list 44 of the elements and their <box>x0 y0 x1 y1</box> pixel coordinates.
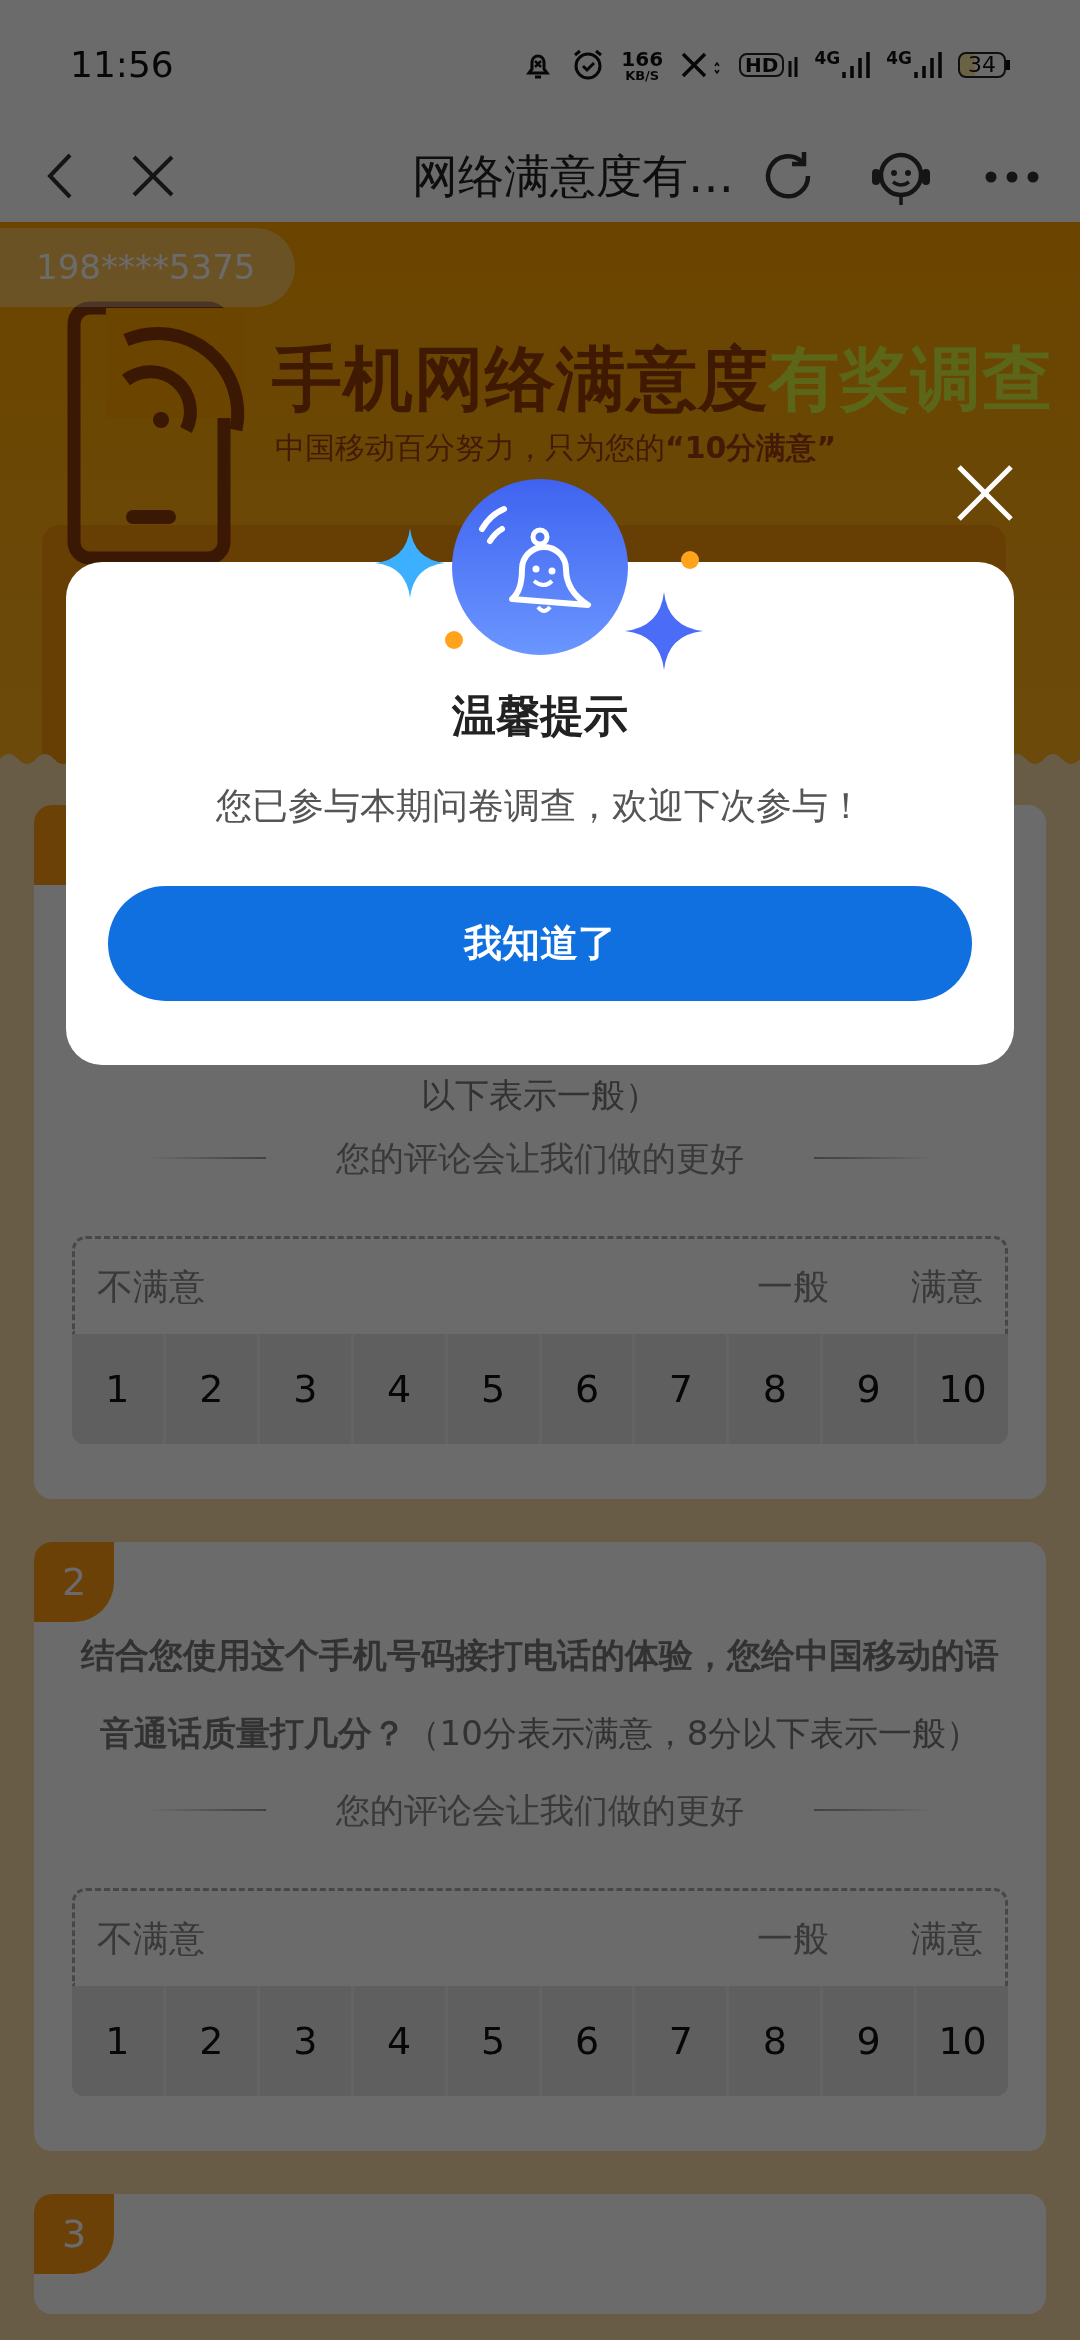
dialog-title: 温馨提示 <box>451 690 629 743</box>
score-option[interactable]: 3 <box>259 1986 351 2096</box>
score-option[interactable]: 6 <box>541 1986 633 2096</box>
score-option[interactable]: 10 <box>917 1334 1008 1444</box>
close-button[interactable] <box>955 463 1015 523</box>
score-option[interactable]: 4 <box>353 1334 445 1444</box>
score-option[interactable]: 2 <box>165 1986 257 2096</box>
speed-unit: KB/S <box>625 68 660 82</box>
dot-icon <box>444 630 464 650</box>
question-number: 2 <box>34 1542 114 1622</box>
score-option[interactable]: 8 <box>729 1986 821 2096</box>
speed-value: 166 <box>621 48 664 69</box>
signal-bars-icon <box>912 50 942 80</box>
score-option[interactable]: 5 <box>447 1986 539 2096</box>
page-title: 网络满意度有… <box>412 147 734 205</box>
close-icon <box>955 463 1015 523</box>
sparkle-icon <box>375 528 445 598</box>
dialog-message: 您已参与本期问卷调查，欢迎下次参与！ <box>215 783 865 828</box>
status-time: 11:56 <box>70 43 174 87</box>
score-option[interactable]: 9 <box>823 1334 915 1444</box>
score-option[interactable]: 7 <box>635 1986 727 2096</box>
confirm-button[interactable]: 我知道了 <box>108 885 972 1001</box>
question-number: 3 <box>34 2194 114 2274</box>
score-option[interactable]: 1 <box>72 1334 163 1444</box>
score-option[interactable]: 1 <box>72 1986 163 2096</box>
score-option[interactable]: 2 <box>165 1334 257 1444</box>
score-option[interactable]: 4 <box>353 1986 445 2096</box>
signal-bars-icon <box>840 50 871 80</box>
more-icon <box>984 169 1040 184</box>
score-option[interactable]: 3 <box>259 1334 351 1444</box>
score-option[interactable]: 6 <box>541 1334 633 1444</box>
score-option[interactable]: 7 <box>635 1334 727 1444</box>
network-type: 4G <box>814 50 841 67</box>
dot-icon <box>680 550 700 570</box>
score-option[interactable]: 5 <box>447 1334 539 1444</box>
network-type: 4G <box>886 50 912 67</box>
score-option[interactable]: 10 <box>917 1986 1008 2096</box>
score-option[interactable]: 9 <box>823 1986 915 2096</box>
sparkle-icon <box>625 592 703 670</box>
hd-call-indicator: HD <box>739 53 785 77</box>
battery-level: 34 <box>958 52 1006 78</box>
question-text: 以下表示一般） <box>420 1074 660 1117</box>
score-option[interactable]: 8 <box>729 1334 821 1444</box>
question-text: 结合您使用这个手机号码接打电话的体验，您给中国移动的语音通话质量打几分？（10分表示满意，8分以下表示一般） <box>79 1634 1000 1755</box>
